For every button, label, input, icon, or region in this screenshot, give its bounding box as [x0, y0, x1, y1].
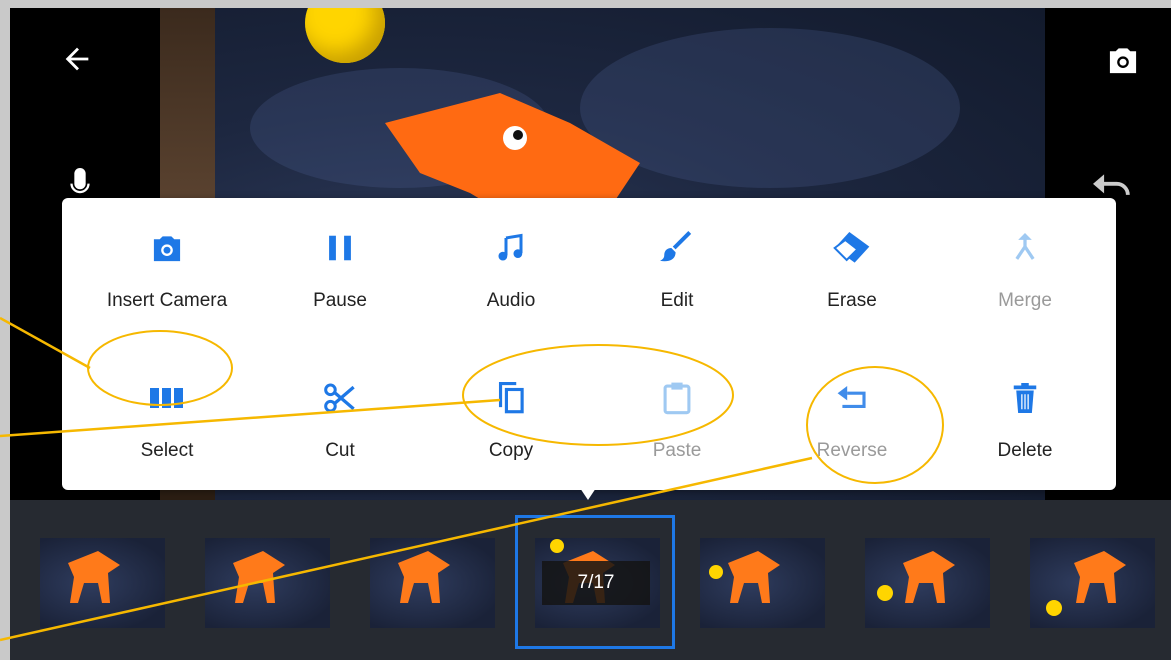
- frame-thumbnail[interactable]: [865, 538, 990, 628]
- paste-button[interactable]: Paste: [597, 378, 757, 498]
- frame-thumbnail[interactable]: [40, 538, 165, 628]
- scissors-icon: [324, 383, 355, 413]
- pause-label: Pause: [313, 290, 367, 311]
- merge-label: Merge: [998, 290, 1052, 311]
- insert-camera-label: Insert Camera: [106, 290, 228, 311]
- select-label: Select: [140, 440, 194, 461]
- edit-button[interactable]: Edit: [597, 228, 757, 348]
- reverse-icon: [837, 386, 866, 408]
- frame-timeline: 7/17: [10, 500, 1171, 660]
- delete-button[interactable]: Delete: [945, 378, 1105, 498]
- delete-label: Delete: [997, 440, 1053, 461]
- menu-pointer: [580, 488, 596, 500]
- paste-label: Paste: [652, 440, 702, 461]
- pause-icon: [329, 235, 351, 261]
- erase-button[interactable]: Erase: [772, 228, 932, 348]
- frame-thumbnail[interactable]: [1030, 538, 1155, 628]
- merge-button[interactable]: Merge: [945, 228, 1105, 348]
- paste-icon: [663, 382, 691, 415]
- audio-label: Audio: [486, 290, 536, 311]
- select-frames-icon: [150, 388, 183, 408]
- copy-label: Copy: [488, 440, 534, 461]
- trash-icon: [1013, 383, 1037, 413]
- yellow-ball: [305, 8, 385, 63]
- back-arrow-icon[interactable]: [60, 42, 94, 82]
- audio-button[interactable]: Audio: [431, 228, 591, 348]
- brush-icon: [660, 231, 692, 262]
- copy-icon: [498, 382, 524, 414]
- reverse-label: Reverse: [816, 440, 888, 461]
- insert-camera-button[interactable]: Insert Camera: [87, 228, 247, 348]
- reverse-button[interactable]: Reverse: [772, 378, 932, 498]
- frame-thumbnail[interactable]: [370, 538, 495, 628]
- frame-context-menu: Insert Camera Pause Audio Edit Erase Mer…: [62, 198, 1116, 490]
- music-note-icon: [498, 233, 523, 261]
- frame-counter: 7/17: [542, 561, 650, 605]
- camera-icon: [153, 236, 181, 262]
- cut-label: Cut: [325, 440, 355, 461]
- edit-label: Edit: [660, 290, 694, 311]
- camera-icon[interactable]: [1105, 44, 1139, 74]
- select-button[interactable]: Select: [87, 378, 247, 498]
- eraser-icon: [833, 232, 870, 263]
- erase-label: Erase: [827, 290, 877, 311]
- merge-icon: [1015, 233, 1035, 260]
- cut-button[interactable]: Cut: [260, 378, 420, 498]
- frame-thumbnail[interactable]: [205, 538, 330, 628]
- frame-thumbnail[interactable]: [700, 538, 825, 628]
- copy-button[interactable]: Copy: [431, 378, 591, 498]
- pause-button[interactable]: Pause: [260, 228, 420, 348]
